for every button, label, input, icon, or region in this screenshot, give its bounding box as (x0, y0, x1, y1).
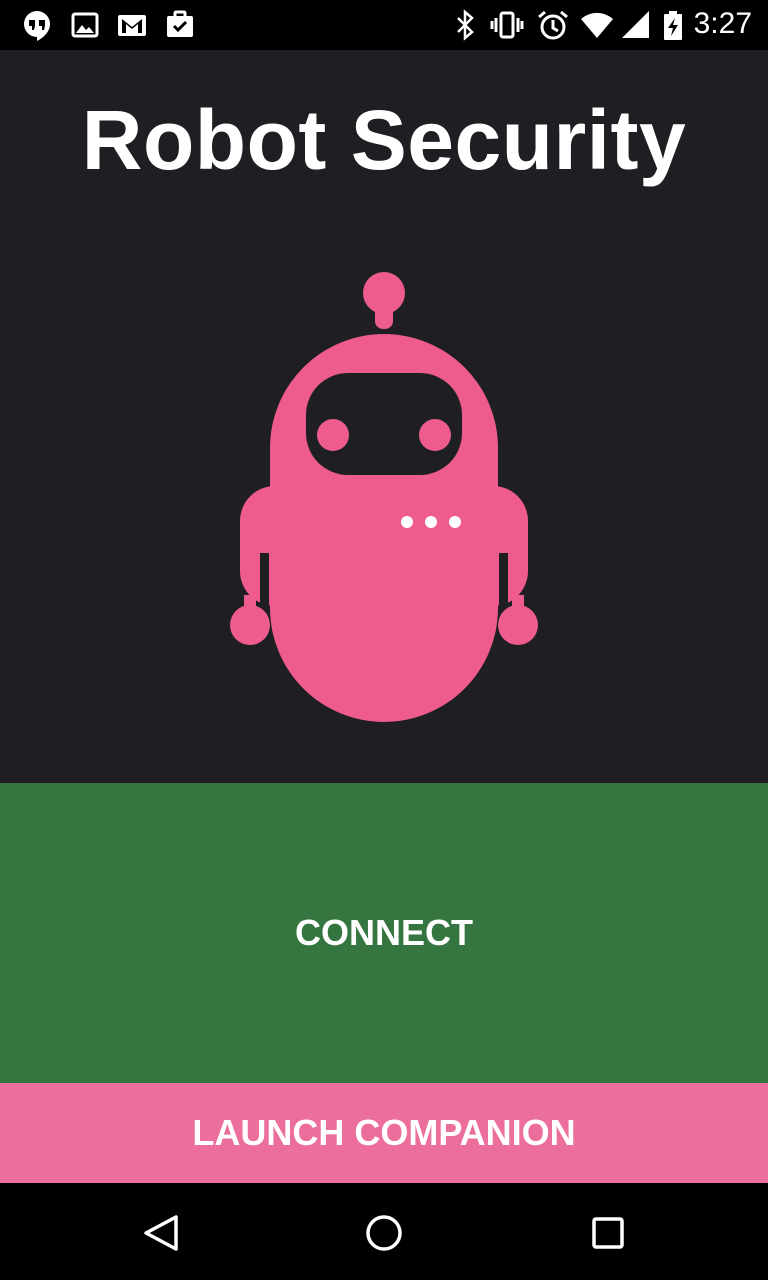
status-bar: 3:27 (0, 0, 768, 50)
image-icon (71, 12, 99, 38)
connect-button[interactable]: CONNECT (0, 783, 768, 1083)
back-button[interactable] (138, 1211, 182, 1255)
navigation-bar (0, 1183, 768, 1280)
home-icon (366, 1215, 402, 1251)
launch-companion-button[interactable]: LAUNCH COMPANION (0, 1083, 768, 1183)
bluetooth-icon (457, 9, 474, 41)
wifi-icon (581, 12, 613, 38)
clock-time: 3:27 (693, 7, 752, 40)
robot-logo (104, 223, 664, 783)
robot-icon (230, 272, 538, 722)
clipboard-check-icon (167, 10, 193, 37)
hangouts-icon (24, 11, 50, 41)
recents-button[interactable] (586, 1211, 630, 1255)
alarm-icon (538, 10, 568, 40)
signal-icon (622, 11, 649, 38)
vibrate-icon (490, 11, 524, 39)
gmail-icon (118, 15, 146, 36)
back-icon (144, 1215, 178, 1251)
battery-charging-icon (664, 11, 682, 40)
recents-icon (592, 1217, 624, 1249)
home-button[interactable] (362, 1211, 406, 1255)
app-title: Robot Security (81, 93, 687, 187)
